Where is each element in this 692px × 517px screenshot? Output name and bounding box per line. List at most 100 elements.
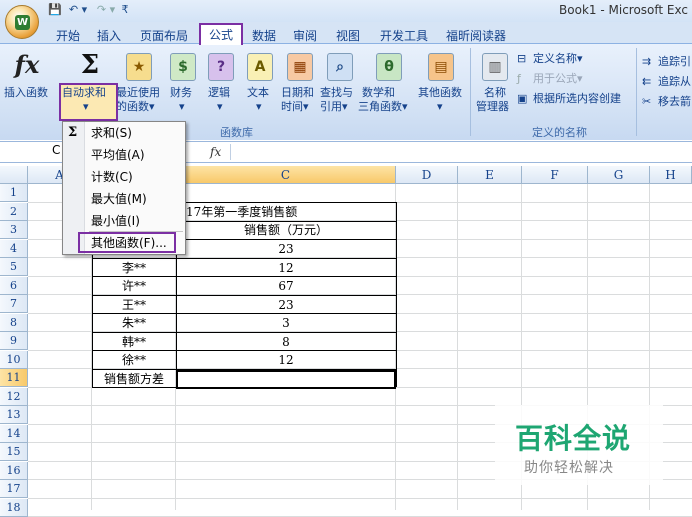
row-header-2[interactable]: 2 [0,202,28,221]
tab-data[interactable]: 数据 [252,27,276,44]
autosum-button[interactable]: 自动求和 [62,86,106,100]
row-header-7[interactable]: 7 [0,295,28,313]
table-title-cell[interactable]: 17年第一季度销售额 [176,203,396,221]
row-header-10[interactable]: 10 [0,350,28,369]
formula-fx-icon[interactable]: fx [210,145,221,159]
column-header-g[interactable]: G [588,166,650,184]
office-button[interactable]: W [5,5,39,39]
trace-dependents-icon[interactable]: ⇇ [642,75,651,89]
name-manager-button[interactable]: 名称 [484,86,506,100]
sales-value-cell[interactable]: 67 [176,277,396,295]
menu-item-max[interactable]: 最大值(M) [91,189,147,209]
tab-view[interactable]: 视图 [336,27,360,44]
save-icon[interactable]: 💾 [48,3,62,17]
tab-insert[interactable]: 插入 [97,27,121,44]
trace-dependents-button[interactable]: 追踪从 [658,75,691,89]
column-header-f[interactable]: F [522,166,588,184]
tab-page-layout[interactable]: 页面布局 [140,27,188,44]
row-header-16[interactable]: 16 [0,461,28,480]
undo-icon[interactable]: ↶ ▾ [66,3,90,17]
math-trig-button[interactable]: 数学和 [362,86,395,100]
column-header-e[interactable]: E [458,166,522,184]
create-from-selection-icon[interactable]: ▣ [517,92,527,106]
name-cell[interactable]: 许** [92,277,176,295]
datetime-icon[interactable]: ▦ [287,53,313,81]
row-header-5[interactable]: 5 [0,258,28,276]
financial-icon[interactable]: $ [170,53,196,81]
redo-icon[interactable]: ↷ ▾ [94,3,118,17]
sales-value-cell[interactable]: 23 [176,296,396,314]
more-functions-dropdown-arrow[interactable]: ▾ [437,100,443,114]
customize-qat-icon[interactable]: ₹ [120,3,130,17]
menu-item-count[interactable]: 计数(C) [91,167,133,187]
use-in-formula-button[interactable]: 用于公式▾ [533,72,583,86]
insert-function-icon[interactable]: fx [12,50,42,80]
lookup-reference-sub[interactable]: 引用▾ [320,100,348,114]
row-header-3[interactable]: 3 [0,221,28,239]
datetime-sub[interactable]: 时间▾ [281,100,309,114]
tab-home[interactable]: 开始 [56,27,80,44]
create-from-selection-button[interactable]: 根据所选内容创建 [533,92,621,106]
sigma-icon[interactable]: Σ [76,50,104,80]
row-header-1[interactable]: 1 [0,184,28,202]
name-cell[interactable]: 李** [92,259,176,277]
name-manager-icon[interactable]: ▥ [482,53,508,81]
row-header-9[interactable]: 9 [0,332,28,350]
financial-dropdown-arrow[interactable]: ▾ [179,100,185,114]
text-functions-icon[interactable]: A [247,53,273,81]
insert-function-button[interactable]: 插入函数 [4,86,48,100]
select-all-corner[interactable] [0,166,28,184]
tab-review[interactable]: 审阅 [293,27,317,44]
row-header-8[interactable]: 8 [0,313,28,332]
text-dropdown-arrow[interactable]: ▾ [256,100,262,114]
name-cell[interactable]: 朱** [92,314,176,332]
row-header-12[interactable]: 12 [0,387,28,406]
row-header-15[interactable]: 15 [0,443,28,461]
define-name-button[interactable]: 定义名称▾ [533,52,583,66]
datetime-button[interactable]: 日期和 [281,86,314,100]
sales-value-cell[interactable]: 23 [176,240,396,258]
lookup-reference-button[interactable]: 查找与 [320,86,353,100]
sales-value-cell[interactable]: 8 [176,333,396,351]
sales-header-cell[interactable]: 销售额（万元） [176,221,396,239]
financial-button[interactable]: 财务 [170,86,192,100]
tab-foxit-reader[interactable]: 福昕阅读器 [446,27,506,44]
recent-functions-icon[interactable]: ★ [126,53,152,81]
column-header-d[interactable]: D [396,166,458,184]
row-header-13[interactable]: 13 [0,406,28,424]
trace-precedents-icon[interactable]: ⇉ [642,55,651,69]
text-functions-button[interactable]: 文本 [247,86,269,100]
sales-value-cell[interactable]: 12 [176,259,396,277]
name-cell[interactable]: 韩** [92,333,176,351]
recent-functions-sub[interactable]: 的函数▾ [116,100,155,114]
variance-label-cell[interactable]: 销售额方差 [92,370,176,388]
more-functions-icon[interactable]: ▤ [428,53,454,81]
menu-item-sum[interactable]: 求和(S) [91,123,132,143]
sales-value-cell[interactable]: 12 [176,351,396,369]
tab-formulas[interactable]: 公式 [199,23,243,45]
column-header-c[interactable]: C [176,166,396,184]
logical-button[interactable]: 逻辑 [208,86,230,100]
row-header-4[interactable]: 4 [0,239,28,258]
logical-icon[interactable]: ? [208,53,234,81]
menu-item-min[interactable]: 最小值(I) [91,211,140,231]
remove-arrows-button[interactable]: 移去箭 [658,95,691,109]
row-header-18[interactable]: 18 [0,498,28,517]
formula-input[interactable] [230,144,690,160]
row-header-6[interactable]: 6 [0,276,28,295]
name-cell[interactable]: 徐** [92,351,176,369]
name-cell[interactable]: 王** [92,296,176,314]
define-name-icon[interactable]: ⊟ [517,52,526,66]
logical-dropdown-arrow[interactable]: ▾ [217,100,223,114]
remove-arrows-icon[interactable]: ✂ [642,95,651,109]
row-header-11[interactable]: 11 [0,369,28,387]
sales-value-cell[interactable]: 3 [176,314,396,332]
column-header-h[interactable]: H [650,166,692,184]
math-trig-sub[interactable]: 三角函数▾ [358,100,408,114]
tab-developer[interactable]: 开发工具 [380,27,428,44]
row-header-14[interactable]: 14 [0,424,28,443]
math-trig-icon[interactable]: θ [376,53,402,81]
recent-functions-button[interactable]: 最近使用 [116,86,160,100]
menu-item-average[interactable]: 平均值(A) [91,145,145,165]
trace-precedents-button[interactable]: 追踪引 [658,55,691,69]
